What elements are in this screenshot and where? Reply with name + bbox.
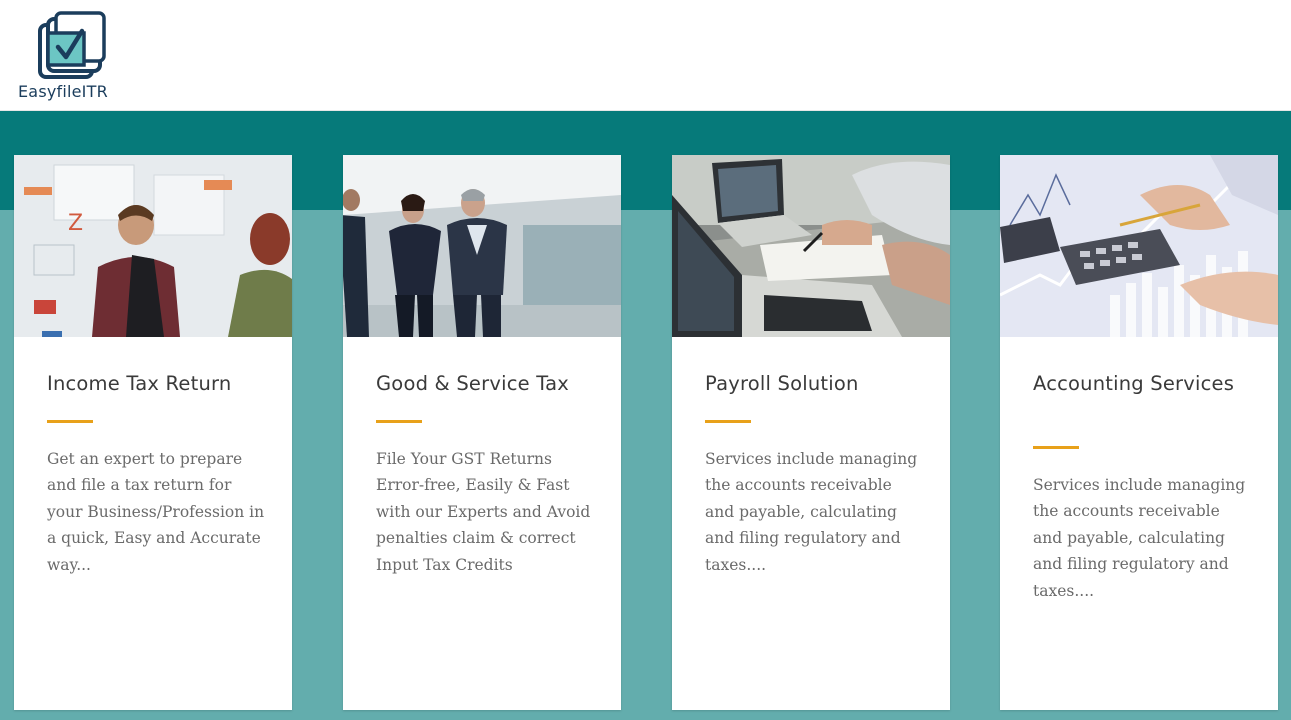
service-card-income-tax[interactable]: Z Income Tax Return Get an expert to pre… xyxy=(14,155,292,710)
service-card-accounting[interactable]: Accounting Services Services include man… xyxy=(1000,155,1278,710)
brand-logo[interactable]: EasyfileITR xyxy=(18,8,128,104)
card-title: Income Tax Return xyxy=(47,372,232,395)
service-card-gst[interactable]: Good & Service Tax File Your GST Returns… xyxy=(343,155,621,710)
svg-text:Z: Z xyxy=(68,211,83,236)
card-description: Services include managing the accounts r… xyxy=(705,450,918,574)
card-title: Accounting Services xyxy=(1033,372,1235,395)
card-title: Good & Service Tax xyxy=(376,372,569,395)
card-image xyxy=(1000,155,1278,337)
card-accent-rule xyxy=(47,420,93,423)
site-header: EasyfileITR xyxy=(0,0,1291,111)
card-image xyxy=(672,155,950,337)
card-accent-rule xyxy=(376,420,422,423)
logo-checkbox-icon xyxy=(38,11,106,79)
card-accent-rule xyxy=(1033,446,1079,449)
card-description: Get an expert to prepare and file a tax … xyxy=(47,450,265,574)
card-accent-rule xyxy=(705,420,751,423)
card-description: File Your GST Returns Error-free, Easily… xyxy=(376,450,591,574)
brand-name: EasyfileITR xyxy=(18,82,108,101)
service-card-payroll[interactable]: Payroll Solution Services include managi… xyxy=(672,155,950,710)
card-image xyxy=(343,155,621,337)
card-title: Payroll Solution xyxy=(705,372,859,395)
card-description: Services include managing the accounts r… xyxy=(1033,476,1246,600)
card-image: Z xyxy=(14,155,292,337)
